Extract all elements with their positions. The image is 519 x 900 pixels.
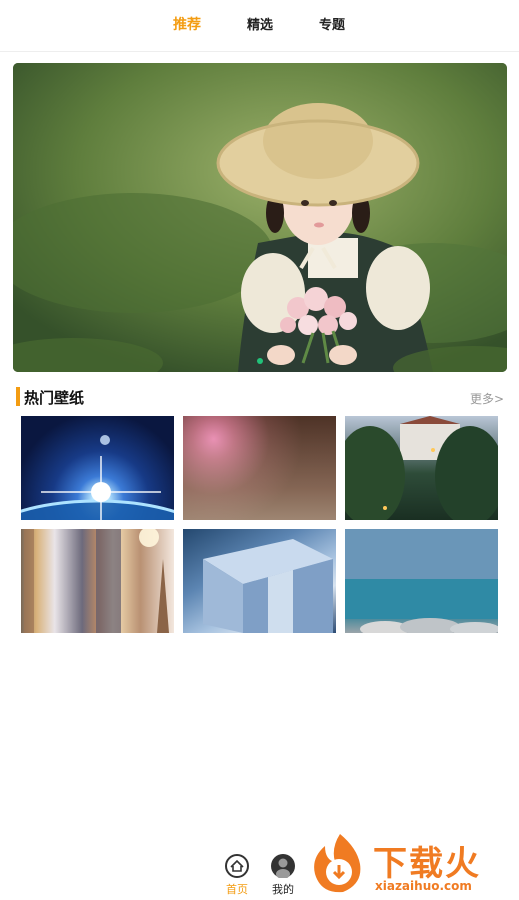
carousel-dot-active[interactable]: [257, 358, 263, 364]
watermark-brand: 下载火: [373, 844, 481, 884]
watermark-logo: 下载火 xiazaihuo.com: [305, 830, 515, 896]
wallpaper-thumb-4[interactable]: [21, 529, 174, 633]
user-avatar-icon: [271, 854, 295, 878]
nav-home-label: 首页: [226, 883, 248, 896]
watermark-url: xiazaihuo.com: [375, 879, 472, 893]
wallpaper-thumb-1[interactable]: [21, 416, 174, 520]
nav-home[interactable]: 首页: [220, 854, 254, 897]
gift-box-image: [203, 539, 333, 633]
seashore-image: [345, 529, 498, 633]
wallpaper-thumb-5[interactable]: [183, 529, 336, 633]
earth-sunrise-image: [21, 435, 174, 520]
tab-recommend[interactable]: 推荐: [173, 14, 201, 34]
top-tab-bar: 推荐 精选 专题: [0, 0, 519, 52]
castle-image: [345, 416, 498, 520]
nav-me[interactable]: 我的: [266, 854, 300, 897]
flame-logo-icon: [314, 834, 361, 893]
skyscrapers-image: [24, 529, 169, 633]
home-icon: [225, 854, 249, 878]
wallpaper-thumb-6[interactable]: [345, 529, 498, 633]
banner-carousel[interactable]: [13, 63, 507, 372]
tab-topics[interactable]: 专题: [319, 14, 345, 33]
section-accent-bar: [16, 387, 20, 406]
wallpaper-thumb-2[interactable]: [183, 416, 336, 520]
more-link[interactable]: 更多>: [470, 390, 504, 407]
wallpaper-thumb-3[interactable]: [345, 416, 498, 520]
section-title: 热门壁纸: [24, 389, 85, 407]
carousel-indicator: [13, 358, 507, 364]
nav-me-label: 我的: [272, 883, 294, 896]
tab-featured[interactable]: 精选: [247, 14, 273, 33]
banner-image: [13, 63, 507, 372]
hot-wallpapers-header: 热门壁纸 更多>: [16, 386, 504, 408]
